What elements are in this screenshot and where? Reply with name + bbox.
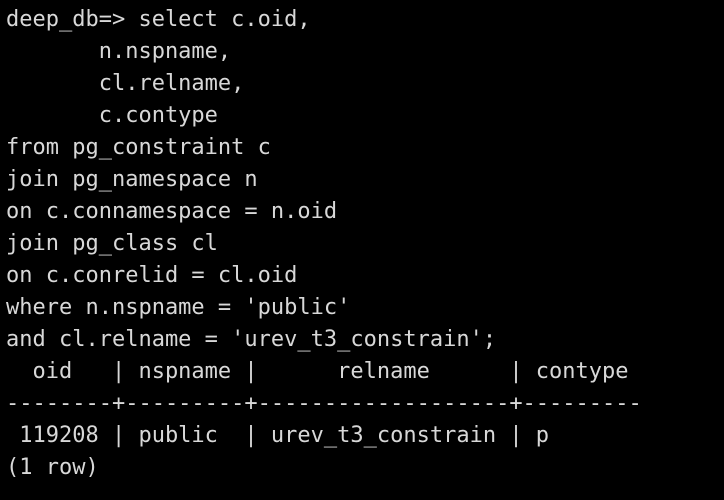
query-line: where n.nspname = 'public' bbox=[6, 295, 351, 320]
result-row-count: (1 row) bbox=[6, 455, 99, 480]
query-line: on c.connamespace = n.oid bbox=[6, 199, 338, 224]
query-line: from pg_constraint c bbox=[6, 135, 271, 160]
result-header-row: oid | nspname | relname | contype bbox=[6, 359, 629, 384]
query-line: on c.conrelid = cl.oid bbox=[6, 263, 298, 288]
query-line: n.nspname, bbox=[6, 39, 232, 64]
query-line: c.contype bbox=[6, 103, 218, 128]
result-data-row: 119208 | public | urev_t3_constrain | p bbox=[6, 423, 550, 448]
query-line: cl.relname, bbox=[6, 71, 245, 96]
query-line: and cl.relname = 'urev_t3_constrain'; bbox=[6, 327, 497, 352]
terminal-window[interactable]: deep_db=> select c.oid, n.nspname, cl.re… bbox=[0, 0, 724, 500]
result-separator-row: --------+---------+-------------------+-… bbox=[6, 391, 642, 416]
prompt-command-line: deep_db=> select c.oid, bbox=[6, 7, 311, 32]
query-line: join pg_class cl bbox=[6, 231, 218, 256]
query-line: join pg_namespace n bbox=[6, 167, 258, 192]
